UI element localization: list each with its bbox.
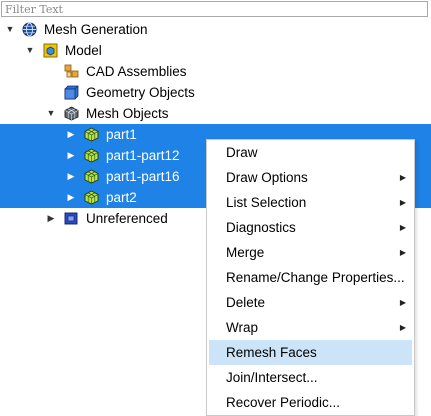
tree-item-label: Mesh Objects	[86, 106, 169, 121]
menu-item-label: Draw	[226, 145, 258, 160]
submenu-arrow-icon: ▶	[399, 198, 406, 207]
submenu-arrow-icon: ▶	[399, 173, 406, 182]
menu-item-merge[interactable]: Merge ▶	[209, 240, 412, 265]
tree-item-label: Unreferenced	[86, 211, 168, 226]
menu-item-label: Merge	[226, 245, 265, 260]
tree-item-label: Geometry Objects	[86, 85, 195, 100]
tree-item-label: Model	[65, 43, 102, 58]
tree-item-label: Mesh Generation	[44, 22, 148, 37]
menu-item-label: Recover Periodic...	[226, 395, 341, 410]
menu-item-rename-change-properties[interactable]: Rename/Change Properties...	[209, 265, 412, 290]
mesh-part-icon	[84, 148, 99, 163]
menu-item-wrap[interactable]: Wrap ▶	[209, 315, 412, 340]
mesh-part-icon	[84, 190, 99, 205]
expand-arrow-icon[interactable]: ▶	[65, 166, 77, 187]
context-menu: Draw Draw Options ▶ List Selection ▶ Dia…	[206, 139, 415, 416]
menu-item-label: List Selection	[226, 195, 307, 210]
tree-item-geometry-objects[interactable]: Geometry Objects	[0, 82, 431, 103]
menu-item-join-intersect[interactable]: Join/Intersect...	[209, 365, 412, 390]
mesh-cube-icon	[64, 106, 79, 121]
menu-item-list-selection[interactable]: List Selection ▶	[209, 190, 412, 215]
filter-text-field[interactable]	[1, 1, 428, 17]
submenu-arrow-icon: ▶	[399, 248, 406, 257]
menu-item-label: Draw Options	[226, 170, 308, 185]
globe-icon	[22, 22, 37, 37]
tree-item-mesh-generation[interactable]: ▼ Mesh Generation	[0, 19, 431, 40]
model-icon	[43, 43, 58, 58]
tree-item-cad-assemblies[interactable]: CAD Assemblies	[0, 61, 431, 82]
filter-text-input[interactable]	[5, 2, 424, 16]
collapse-arrow-icon[interactable]: ▼	[24, 40, 36, 61]
expand-arrow-icon[interactable]: ▶	[65, 187, 77, 208]
expand-arrow-icon[interactable]: ▶	[65, 145, 77, 166]
submenu-arrow-icon: ▶	[399, 323, 406, 332]
menu-item-draw[interactable]: Draw	[209, 140, 412, 165]
menu-item-remesh-faces[interactable]: Remesh Faces	[209, 340, 412, 365]
submenu-arrow-icon: ▶	[399, 223, 406, 232]
tree-item-mesh-objects[interactable]: ▼ Mesh Objects	[0, 103, 431, 124]
tree-item-label: part1	[106, 127, 137, 142]
tree-item-label: CAD Assemblies	[86, 64, 187, 79]
submenu-arrow-icon: ▶	[399, 298, 406, 307]
geometry-cube-icon	[64, 85, 79, 100]
menu-item-recover-periodic[interactable]: Recover Periodic...	[209, 390, 412, 415]
menu-item-label: Remesh Faces	[226, 345, 317, 360]
menu-item-label: Rename/Change Properties...	[226, 270, 405, 285]
tree-item-label: part2	[106, 190, 137, 205]
collapse-arrow-icon[interactable]: ▼	[4, 19, 16, 40]
menu-item-draw-options[interactable]: Draw Options ▶	[209, 165, 412, 190]
menu-item-delete[interactable]: Delete ▶	[209, 290, 412, 315]
expand-arrow-icon[interactable]: ▶	[65, 124, 77, 145]
mesh-part-icon	[84, 169, 99, 184]
menu-item-label: Join/Intersect...	[226, 370, 318, 385]
tree-item-label: part1-part16	[106, 169, 180, 184]
tree-item-label: part1-part12	[106, 148, 180, 163]
collapse-arrow-icon[interactable]: ▼	[45, 103, 57, 124]
menu-item-diagnostics[interactable]: Diagnostics ▶	[209, 215, 412, 240]
unreferenced-icon	[64, 211, 79, 226]
tree-item-model[interactable]: ▼ Model	[0, 40, 431, 61]
cad-assemblies-icon	[64, 64, 79, 79]
expand-arrow-icon[interactable]: ▶	[45, 208, 57, 229]
menu-item-label: Wrap	[226, 320, 259, 335]
mesh-part-icon	[84, 127, 99, 142]
menu-item-label: Diagnostics	[226, 220, 296, 235]
menu-item-label: Delete	[226, 295, 266, 310]
